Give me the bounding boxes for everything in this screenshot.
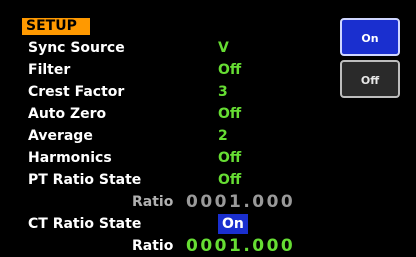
setting-label: Ratio: [132, 238, 174, 254]
page-title: SETUP: [22, 18, 90, 35]
ct-ratio-value: 0001.000: [186, 236, 296, 256]
setting-row-pt-ratio[interactable]: Ratio 0001.000: [0, 191, 330, 213]
setting-row-filter[interactable]: Filter Off: [0, 59, 330, 81]
setting-value: Off: [218, 106, 242, 122]
setting-value: 3: [218, 84, 228, 100]
pt-ratio-value: 0001.000: [186, 192, 296, 212]
setting-value: 2: [218, 128, 228, 144]
setting-label: Ratio: [132, 194, 174, 210]
setting-value: V: [218, 40, 229, 56]
setting-label: Filter: [28, 62, 71, 78]
setting-row-average[interactable]: Average 2: [0, 125, 330, 147]
setting-value: Off: [218, 62, 242, 78]
setting-row-ct-ratio-state[interactable]: CT Ratio State On: [0, 213, 330, 235]
setting-row-pt-ratio-state[interactable]: PT Ratio State Off: [0, 169, 330, 191]
setting-row-ct-ratio[interactable]: Ratio 0001.000: [0, 235, 330, 257]
setting-label: Auto Zero: [28, 106, 107, 122]
setting-value: Off: [218, 172, 242, 188]
setting-row-sync-source[interactable]: Sync Source V: [0, 37, 330, 59]
setting-label: CT Ratio State: [28, 216, 142, 232]
setting-row-crest-factor[interactable]: Crest Factor 3: [0, 81, 330, 103]
setting-label: PT Ratio State: [28, 172, 142, 188]
setting-label: Harmonics: [28, 150, 112, 166]
setting-label: Sync Source: [28, 40, 125, 56]
setup-panel: SETUP Sync Source V Filter Off Crest Fac…: [0, 0, 416, 256]
setting-row-harmonics[interactable]: Harmonics Off: [0, 147, 330, 169]
setting-value: Off: [218, 150, 242, 166]
setting-label: Average: [28, 128, 93, 144]
setting-value-selected[interactable]: On: [218, 214, 248, 234]
on-button[interactable]: On: [340, 18, 400, 56]
setting-row-auto-zero[interactable]: Auto Zero Off: [0, 103, 330, 125]
off-button[interactable]: Off: [340, 60, 400, 98]
setting-label: Crest Factor: [28, 84, 125, 100]
